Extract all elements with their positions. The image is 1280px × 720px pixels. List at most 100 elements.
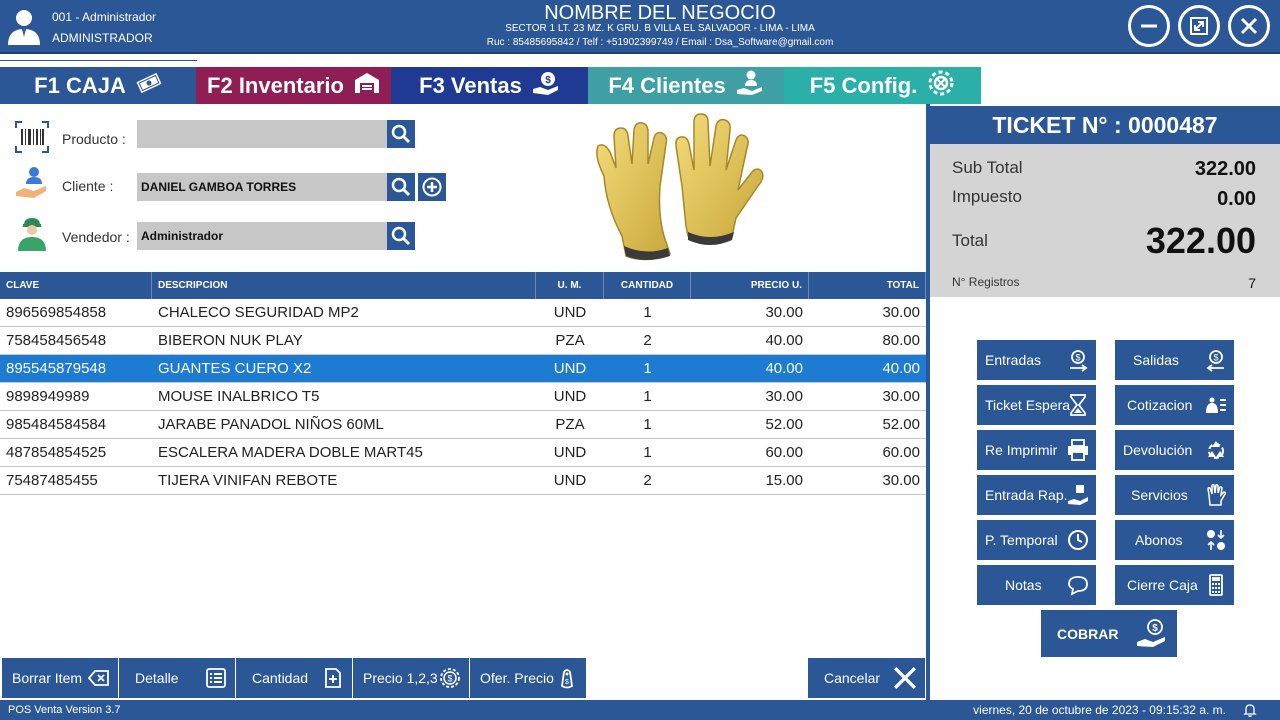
client-icon [16,167,46,198]
ticket-espera-label: Ticket Espera [985,397,1071,413]
producto-search-button[interactable] [387,120,415,148]
header-um[interactable]: U. M. [536,272,604,299]
detalle-button[interactable]: Detalle [119,658,235,698]
table-row[interactable]: 985484584584 JARABE PANADOL NIÑOS 60ML P… [0,411,926,439]
cotizacion-button[interactable]: Cotizacion [1115,385,1234,425]
cell-descripcion: BIBERON NUK PLAY [158,332,303,349]
cobrar-button[interactable]: COBRAR $ [1041,610,1177,657]
table-row-selected[interactable]: 895545879548 GUANTES CUERO X2 UND 1 40.0… [0,355,926,383]
cell-precio: 52.00 [765,416,803,433]
cobrar-label: COBRAR [1057,625,1119,642]
cell-total: 40.00 [882,360,920,377]
cell-um: UND [553,444,587,461]
barcode-icon [15,121,49,153]
cell-cantidad: 1 [643,444,652,461]
ofer-precio-button[interactable]: Ofer. Precio $ [470,658,586,698]
cell-cantidad: 2 [643,472,652,489]
items-table: CLAVE DESCRIPCION U. M. CANTIDAD PRECIO … [0,272,926,495]
svg-text:$: $ [1075,353,1080,363]
subtotal-value: 322.00 [1194,158,1256,180]
cell-descripcion: MOUSE INALBRICO T5 [158,388,320,405]
minimize-button[interactable] [1128,5,1170,47]
header-total[interactable]: TOTAL [809,272,926,299]
cell-um: UND [553,388,587,405]
search-icon [391,177,411,197]
servicios-button[interactable]: Servicios [1115,475,1234,515]
cierre-caja-button[interactable]: Cierre Caja [1115,565,1234,605]
cantidad-label: Cantidad [252,670,309,686]
cliente-search-button[interactable] [387,173,415,201]
detalle-label: Detalle [135,670,179,686]
salidas-button[interactable]: Salidas $ [1115,340,1234,380]
user-role: ADMINISTRADOR [52,31,153,45]
svg-text:$: $ [1152,623,1158,634]
entrada-rapida-button[interactable]: Entrada Rap. [977,475,1096,515]
cantidad-button[interactable]: Cantidad [236,658,352,698]
cell-total: 30.00 [882,304,920,321]
ticket-number: TICKET N° : 0000487 [930,106,1280,144]
svg-text:$: $ [1213,353,1218,363]
header-cantidad[interactable]: CANTIDAD [604,272,691,299]
header-descripcion[interactable]: DESCRIPCION [152,272,536,299]
list-detail-icon [206,668,226,688]
tab-inventario[interactable]: F2 Inventario [196,67,391,104]
entradas-button[interactable]: Entradas $ [977,340,1096,380]
backspace-icon [88,670,109,686]
svg-text:$: $ [447,674,452,684]
customer-icon [736,70,764,102]
maximize-icon [1190,17,1208,35]
tab-clientes[interactable]: F4 Clientes [588,67,784,104]
reimprimir-button[interactable]: Re Imprimir [977,430,1096,470]
cell-total: 52.00 [882,416,920,433]
cierre-caja-label: Cierre Caja [1127,577,1198,593]
abonos-button[interactable]: Abonos [1115,520,1234,560]
tab-config[interactable]: F5 Config. [784,67,981,104]
header-precio[interactable]: PRECIO U. [691,272,809,299]
add-client-button[interactable] [418,173,446,201]
ticket-summary: Sub Total 322.00 Impuesto 0.00 Total 322… [930,144,1280,297]
ticket-espera-button[interactable]: Ticket Espera [977,385,1096,425]
cell-um: UND [553,360,587,377]
close-icon [1240,17,1258,35]
cancelar-label: Cancelar [824,670,881,686]
table-row[interactable]: 896569854858 CHALECO SEGURIDAD MP2 UND 1… [0,299,926,327]
tab-ventas[interactable]: F3 Ventas $ [391,67,588,104]
header-clave[interactable]: CLAVE [0,272,152,299]
table-row[interactable]: 75487485455 TIJERA VINIFAN REBOTE UND 2 … [0,467,926,495]
table-row[interactable]: 487854854525 ESCALERA MADERA DOBLE MART4… [0,439,926,467]
clock-icon [1068,530,1088,550]
cell-descripcion: GUANTES CUERO X2 [158,360,312,377]
vendedor-label: Vendedor : [62,229,130,245]
cell-descripcion: CHALECO SEGURIDAD MP2 [158,304,359,321]
vendedor-input[interactable] [137,222,387,250]
notas-button[interactable]: Notas [977,565,1096,605]
printer-icon [1068,439,1088,461]
maximize-button[interactable] [1178,5,1220,47]
cell-precio: 30.00 [765,388,803,405]
table-header: CLAVE DESCRIPCION U. M. CANTIDAD PRECIO … [0,272,926,299]
borrar-item-button[interactable]: Borrar Item [2,658,118,698]
pago-temporal-button[interactable]: P. Temporal [977,520,1096,560]
table-row[interactable]: 9898949989 MOUSE INALBRICO T5 UND 1 30.0… [0,383,926,411]
tab-label: F2 Inventario [207,72,344,98]
close-button[interactable] [1228,5,1270,47]
vendedor-search-button[interactable] [387,222,415,250]
cancelar-button[interactable]: Cancelar [808,658,925,698]
search-icon [391,226,411,246]
seller-icon [18,218,46,251]
ofer-precio-label: Ofer. Precio [480,670,554,686]
cliente-input[interactable] [137,173,387,201]
bell-icon[interactable] [1242,702,1258,718]
app-version: POS Venta Version 3.7 [8,704,121,716]
devolucion-button[interactable]: Devolución [1115,430,1234,470]
devolucion-label: Devolución [1123,442,1193,458]
cell-precio: 40.00 [765,332,803,349]
table-row[interactable]: 758458456548 BIBERON NUK PLAY PZA 2 40.0… [0,327,926,355]
user-avatar-icon [8,10,40,45]
precio-button[interactable]: Precio 1,2,3 $ [353,658,469,698]
tab-caja[interactable]: F1 CAJA [0,67,196,104]
business-contact: Ruc : 85485695842 / Telf : +51902399749 … [486,37,834,48]
total-value: 322.00 [1145,220,1256,261]
subtotal-label: Sub Total [952,158,1023,177]
producto-input[interactable] [137,120,387,148]
